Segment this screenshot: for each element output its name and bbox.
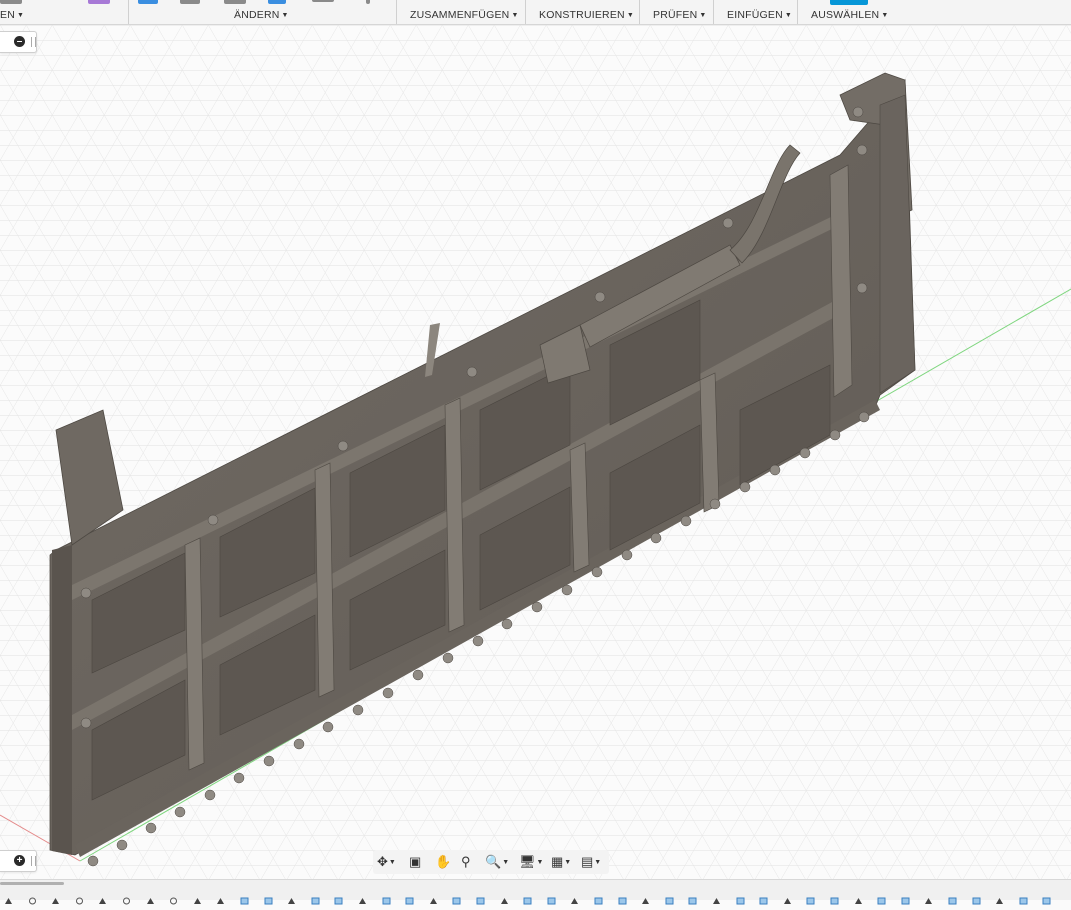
model-canvas[interactable]: [0, 25, 1071, 879]
caret-down-icon: ▼: [881, 12, 889, 19]
zoom-glyph: ⚲: [461, 854, 471, 869]
pan-glyph: ✋: [435, 854, 452, 869]
toolbar-separator: [128, 0, 129, 24]
group-label: EINFÜGEN: [727, 9, 783, 21]
toolbar-group-create[interactable]: EN ▼: [0, 9, 24, 21]
caret-down-icon: ▼: [699, 12, 707, 19]
canvas-viewport[interactable]: – + ✥ ▼ ▣ ✋ ⚲ 🔍 ▼ 🖥 ▼ ▦ ▼ ▤ ▼: [0, 25, 1071, 879]
timeline-scrollbar[interactable]: [0, 882, 64, 885]
toolbar-separator: [797, 0, 798, 24]
drag-handle[interactable]: [31, 37, 36, 47]
toolbar-group-modify[interactable]: ÄNDERN ▼: [234, 9, 289, 21]
caret-down-icon: ▼: [388, 858, 396, 866]
fit-icon[interactable]: 🔍 ▼: [485, 852, 509, 872]
comments-panel-collapsed[interactable]: +: [0, 850, 37, 872]
minus-circle-icon[interactable]: –: [14, 36, 25, 47]
caret-down-icon: ▼: [502, 858, 510, 866]
toolbar: EN ▼ ÄNDERN ▼ ZUSAMMENFÜGEN ▼ KONSTRUIEREN ▼…: [0, 0, 1071, 25]
toolbar-group-insert[interactable]: EINFÜGEN ▼: [727, 9, 792, 21]
caret-down-icon: ▼: [17, 12, 25, 19]
display-settings-icon[interactable]: 🖥 ▼: [519, 852, 543, 872]
orbit-glyph: ✥: [377, 854, 388, 869]
toolbar-icon-stub[interactable]: [180, 0, 200, 4]
caret-down-icon: ▼: [626, 12, 634, 19]
caret-down-icon: ▼: [564, 858, 572, 866]
toolbar-icon-stub[interactable]: [366, 0, 370, 4]
display-glyph: 🖥: [519, 854, 536, 869]
group-label: PRÜFEN: [653, 9, 698, 21]
toolbar-icon-stub[interactable]: [312, 0, 334, 2]
caret-down-icon: ▼: [281, 12, 289, 19]
toolbar-group-select[interactable]: AUSWÄHLEN ▼: [811, 9, 888, 21]
toolbar-separator: [713, 0, 714, 24]
fit-glyph: 🔍: [485, 854, 502, 869]
group-label: AUSWÄHLEN: [811, 9, 880, 21]
zoom-icon[interactable]: ⚲: [461, 852, 471, 872]
toolbar-icon-stub[interactable]: [224, 0, 246, 4]
toolbar-icon-stub[interactable]: [268, 0, 286, 4]
caret-down-icon: ▼: [536, 858, 544, 866]
look-at-icon[interactable]: ▣: [409, 852, 421, 872]
group-label: ZUSAMMENFÜGEN: [410, 9, 510, 21]
group-label: EN: [0, 9, 15, 21]
navigation-bar: ✥ ▼ ▣ ✋ ⚲ 🔍 ▼ 🖥 ▼ ▦ ▼ ▤ ▼: [373, 850, 609, 874]
viewports-icon[interactable]: ▤ ▼: [581, 852, 601, 872]
group-label: KONSTRUIEREN: [539, 9, 625, 21]
plus-circle-icon[interactable]: +: [14, 855, 25, 866]
toolbar-icon-stub[interactable]: [138, 0, 158, 4]
toolbar-separator: [639, 0, 640, 24]
toolbar-icon-stub[interactable]: [0, 0, 22, 4]
caret-down-icon: ▼: [594, 858, 602, 866]
group-label: ÄNDERN: [234, 9, 280, 21]
left-post-side: [52, 545, 72, 855]
toolbar-group-assemble[interactable]: ZUSAMMENFÜGEN ▼: [410, 9, 519, 21]
toolbar-group-inspect[interactable]: PRÜFEN ▼: [653, 9, 707, 21]
pan-icon[interactable]: ✋: [435, 852, 451, 872]
grid-glyph: ▦: [551, 854, 564, 869]
timeline: [0, 879, 1071, 905]
toolbar-separator: [396, 0, 397, 24]
browser-panel-collapsed[interactable]: –: [0, 31, 37, 53]
grid-icon[interactable]: ▦ ▼: [551, 852, 571, 872]
orbit-icon[interactable]: ✥ ▼: [377, 852, 396, 872]
caret-down-icon: ▼: [511, 12, 519, 19]
toolbar-separator: [525, 0, 526, 24]
toolbar-group-construct[interactable]: KONSTRUIEREN ▼: [539, 9, 634, 21]
drag-handle[interactable]: [31, 856, 36, 866]
look-at-glyph: ▣: [409, 854, 422, 869]
viewports-glyph: ▤: [581, 854, 594, 869]
caret-down-icon: ▼: [784, 12, 792, 19]
toolbar-icon-stub[interactable]: [88, 0, 110, 4]
toolbar-icon-stub[interactable]: [830, 0, 868, 5]
